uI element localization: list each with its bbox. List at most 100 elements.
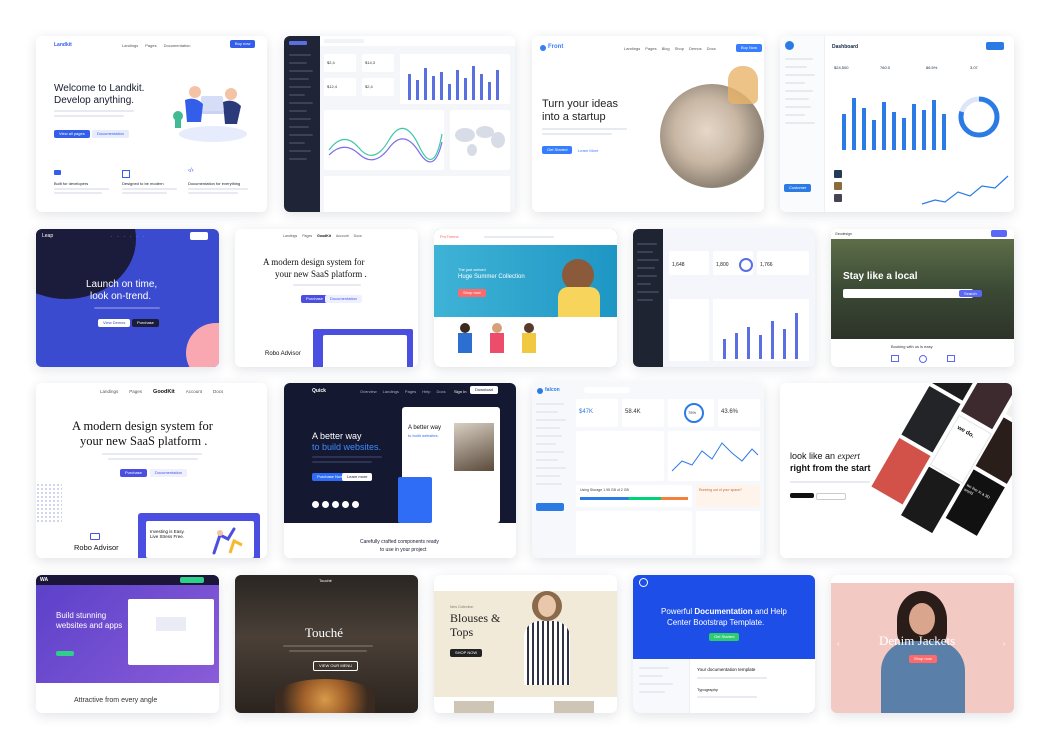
docs-get-started-button[interactable]: Get Started [709,633,740,641]
sidebar-link[interactable] [639,667,669,669]
sidebar-link[interactable] [785,74,815,76]
front-template-card[interactable]: Front Landings Pages Blog Shop Demos Doc… [532,36,764,212]
travel-search-button[interactable]: Search [959,290,982,297]
dark-admin-card[interactable]: 1,648 1,800 1,766 [633,229,815,367]
landkit-logo[interactable]: Landkit [54,42,72,48]
sidebar-link[interactable] [536,475,560,477]
front-nav-item[interactable]: Pages [645,46,656,51]
goodkit-large-card[interactable]: Landings Pages GoodKit Account Docs A mo… [36,383,267,558]
social-icon[interactable] [312,501,319,508]
goodkit-small-purchase-button[interactable]: Purchase [301,295,328,303]
sidebar-link[interactable] [785,82,805,84]
falcon-logo[interactable]: falcon [545,387,560,393]
sidebar-link[interactable] [637,243,657,245]
sidebar-link[interactable] [637,267,655,269]
touche-logo[interactable]: Touché [319,578,332,583]
sidebar-link[interactable] [637,259,659,261]
falcon-search-input[interactable] [584,387,630,393]
wa-template-card[interactable]: WA Build stunning websites and apps Attr… [36,575,219,713]
landkit-view-pages-button[interactable]: View all pages [54,130,90,138]
leap-template-card[interactable]: Leap · · · · · · Launch on time, look on-tren… [36,229,219,367]
sidebar-link[interactable] [785,122,815,124]
sidebar-link[interactable] [289,126,309,128]
admin-search-input[interactable] [324,39,364,43]
front-learn-more-link[interactable]: Learn More [578,148,598,153]
front-logo[interactable]: Front [548,44,563,50]
sidebar-link[interactable] [289,94,305,96]
sidebar-link[interactable] [637,283,651,285]
landkit-template-card[interactable]: Landkit Landings Pages Documentation Buy… [36,36,267,212]
product-thumb[interactable] [454,701,494,713]
front-nav-item[interactable]: Blog [662,46,670,51]
nav-item[interactable]: Account [186,389,202,395]
quick-learn-more-button[interactable]: Learn more [342,473,373,481]
sidebar-link[interactable] [289,110,307,112]
sidebar-link[interactable] [289,70,313,72]
front-nav-item[interactable]: Shop [675,46,684,51]
sidebar-link[interactable] [289,86,311,88]
agency-dark-button[interactable] [790,493,814,498]
sidebar-link[interactable] [785,90,813,92]
goodkit-small-docs-button[interactable]: Documentation [325,295,362,303]
sidebar-link[interactable] [785,58,813,60]
wa-logo[interactable]: WA [40,577,48,583]
front-nav-item[interactable]: Landings [624,46,640,51]
chevron-left-icon[interactable]: ‹ [837,641,839,648]
sidebar-link[interactable] [637,251,653,253]
sidebar-link[interactable] [639,691,665,693]
chevron-right-icon[interactable]: › [1003,641,1005,648]
sidebar-link[interactable] [785,66,807,68]
nav-item[interactable]: Pages [129,389,142,395]
travel-template-card[interactable]: Geodesign Stay like a local Search Booki… [831,229,1014,367]
social-icon[interactable] [352,501,359,508]
travel-logo[interactable]: Geodesign [835,232,852,236]
sidebar-link[interactable] [637,275,657,277]
goodkit-logo[interactable]: GoodKit [153,389,175,395]
sidebar-link[interactable] [536,435,562,437]
sidebar-link[interactable] [289,158,307,160]
sidebar-link[interactable] [536,403,564,405]
sidebar-link[interactable] [536,411,558,413]
sidebar-link[interactable] [289,78,309,80]
sidebar-link[interactable] [536,467,566,469]
product-thumb[interactable] [554,701,594,713]
nav-item[interactable]: Landings [383,389,399,394]
dk-report-button[interactable] [986,42,1004,50]
sidebar-link[interactable] [289,62,307,64]
sidebar-link[interactable] [289,102,313,104]
wa-cta-button[interactable] [56,651,74,656]
landkit-documentation-button[interactable]: Documentation [92,130,129,138]
falcon-sidebar-button[interactable] [536,503,564,511]
social-icon[interactable] [332,501,339,508]
admin-dashboard-card[interactable]: $2,4 $14,3 $12,4 $2,4 [284,36,515,212]
quick-sign-in[interactable]: Sign In [454,389,466,394]
fashion-shop-button[interactable]: SHOP NOW [450,649,483,657]
goodkit-logo[interactable]: GoodKit [317,234,331,238]
sidebar-link[interactable] [639,683,673,685]
wa-top-button[interactable] [180,577,204,583]
front-buy-button[interactable]: Buy Now [736,44,763,52]
nav-item[interactable]: Docs [213,389,223,395]
front-get-started-button[interactable]: Get Started [542,146,573,154]
landkit-nav-item[interactable]: Documentation [164,43,191,48]
sidebar-link[interactable] [637,299,653,301]
nav-item[interactable]: Docs [437,389,446,394]
dk-customer-button[interactable]: Customer [784,184,812,192]
sidebar-link[interactable] [289,150,311,152]
touche-menu-button[interactable]: VIEW OUR MENU [313,661,359,671]
shop-logo[interactable]: ProTheme [440,234,459,239]
quick-logo[interactable]: Quick [312,388,326,394]
leap-purchase-button[interactable]: Purchase [132,319,159,327]
sidebar-link[interactable] [289,118,311,120]
sidebar-link[interactable] [785,98,809,100]
sidebar-link[interactable] [637,291,659,293]
nav-item[interactable]: Pages [405,389,416,394]
leap-top-button[interactable] [190,232,208,240]
quick-template-card[interactable]: Quick Overview Landings Pages Help Docs … [284,383,516,558]
agency-light-button[interactable] [816,493,846,500]
sidebar-link[interactable] [536,483,562,485]
dashboard-kit-card[interactable]: Customer Dashboard $24,500 760.0 86.5% 3… [780,36,1014,212]
landkit-buy-button[interactable]: Buy now [230,40,256,48]
social-icon[interactable] [342,501,349,508]
sidebar-link[interactable] [289,134,313,136]
